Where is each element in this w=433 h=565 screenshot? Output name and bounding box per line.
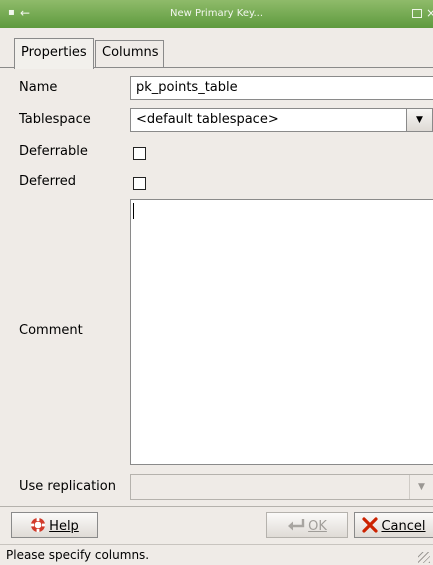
deferrable-label: Deferrable bbox=[19, 144, 88, 159]
comment-label: Comment bbox=[19, 323, 83, 338]
dropdown-arrow-icon: ▼ bbox=[416, 115, 423, 125]
ok-button[interactable]: OK bbox=[266, 512, 348, 538]
window-title: New Primary Key... bbox=[169, 8, 264, 19]
cancel-icon bbox=[362, 517, 379, 538]
maximize-icon[interactable] bbox=[412, 9, 422, 18]
close-icon[interactable]: × bbox=[426, 6, 433, 20]
replication-label: Use replication bbox=[19, 479, 116, 494]
ok-icon bbox=[287, 517, 305, 538]
title-bar: ▪ ← New Primary Key... × bbox=[0, 0, 433, 28]
help-button[interactable]: Help bbox=[11, 512, 98, 538]
deferred-label: Deferred bbox=[19, 174, 77, 189]
name-label: Name bbox=[19, 80, 58, 95]
status-text: Please specify columns. bbox=[6, 548, 150, 562]
cancel-button-label: Cancel bbox=[381, 519, 426, 534]
tab-properties[interactable]: Properties bbox=[14, 38, 94, 69]
deferrable-checkbox[interactable] bbox=[133, 147, 146, 160]
cancel-button[interactable]: Cancel bbox=[354, 512, 433, 538]
replication-select: ▼ bbox=[130, 474, 433, 500]
status-bar: Please specify columns. bbox=[0, 544, 433, 565]
ok-button-label: OK bbox=[308, 519, 327, 534]
help-icon bbox=[30, 517, 46, 538]
dropdown-arrow-icon: ▼ bbox=[409, 475, 433, 499]
help-button-label: Help bbox=[49, 519, 79, 534]
name-input[interactable]: pk_points_table bbox=[130, 76, 433, 100]
tab-columns-label: Columns bbox=[102, 45, 159, 60]
deferred-checkbox[interactable] bbox=[133, 177, 146, 190]
tablespace-dropdown-button[interactable]: ▼ bbox=[406, 108, 433, 132]
tablespace-label: Tablespace bbox=[19, 112, 91, 127]
tab-properties-label: Properties bbox=[21, 45, 87, 60]
tablespace-select[interactable]: <default tablespace> bbox=[130, 108, 406, 132]
tab-columns[interactable]: Columns bbox=[95, 40, 164, 67]
text-caret bbox=[133, 203, 134, 219]
resize-grip-icon[interactable] bbox=[418, 552, 430, 563]
comment-textarea[interactable] bbox=[130, 199, 433, 465]
